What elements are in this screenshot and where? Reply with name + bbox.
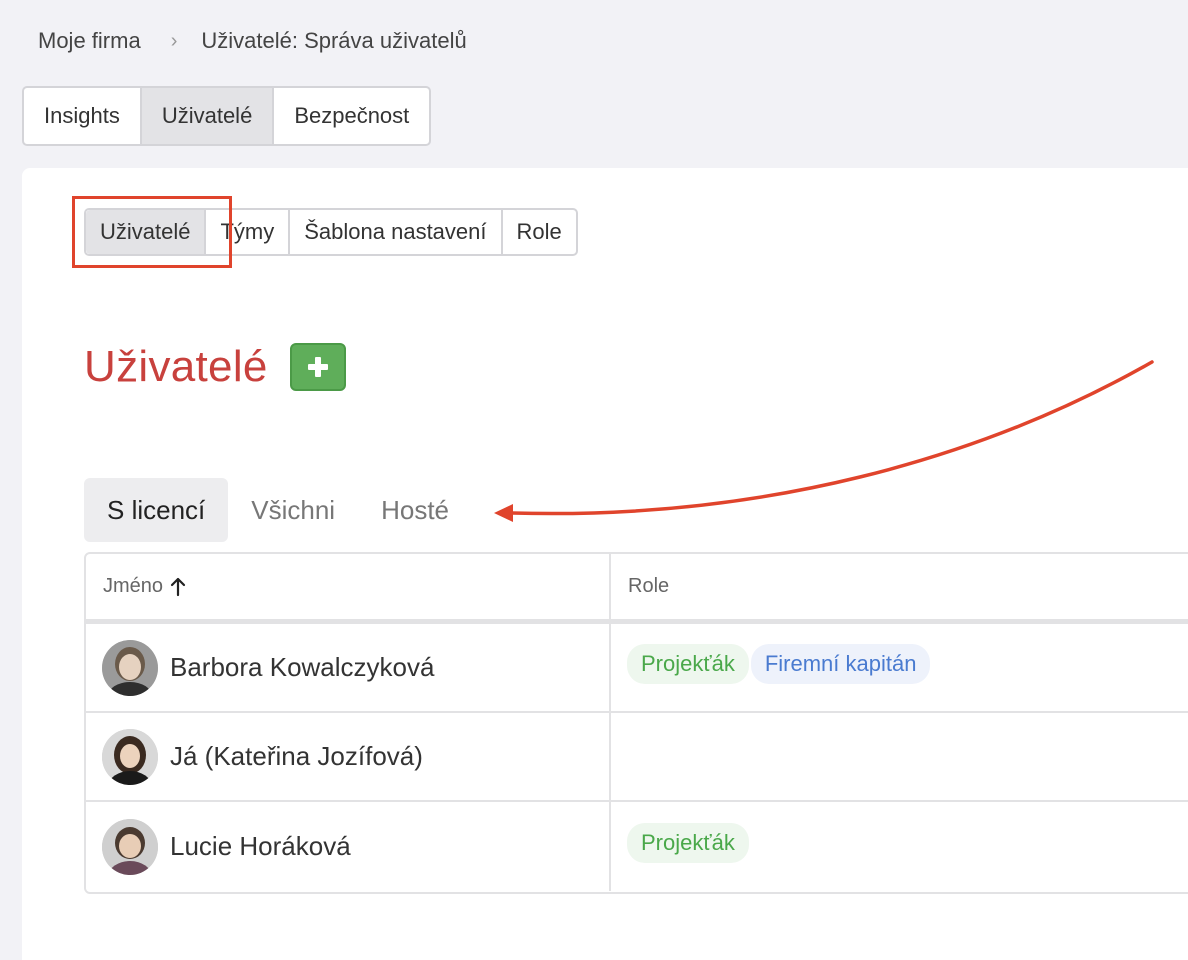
tab-bezpecnost[interactable]: Bezpečnost xyxy=(274,88,429,144)
subtab-tymy[interactable]: Týmy xyxy=(206,210,291,254)
table-row[interactable]: Lucie Horáková Projekťák xyxy=(86,802,1188,891)
subtab-uzivatele[interactable]: Uživatelé xyxy=(86,210,207,254)
breadcrumb-current: Uživatelé: Správa uživatelů xyxy=(201,28,467,53)
subtab-sablona-nastaveni[interactable]: Šablona nastavení xyxy=(290,210,503,254)
chevron-right-icon: › xyxy=(170,29,178,52)
breadcrumb-root[interactable]: Moje firma xyxy=(38,28,141,54)
table-row[interactable]: Já (Kateřina Jozífová) xyxy=(86,713,1188,802)
filter-tab-s-licenci[interactable]: S licencí xyxy=(84,478,229,542)
tab-uzivatele[interactable]: Uživatelé xyxy=(141,88,275,144)
column-header-name[interactable]: Jméno xyxy=(86,554,611,619)
avatar xyxy=(102,639,158,696)
page-title: Uživatelé xyxy=(84,342,268,391)
filter-tabs: S licencí Všichni Hosté xyxy=(84,478,472,542)
role-badge: Projekťák xyxy=(627,643,749,684)
avatar xyxy=(102,818,158,875)
filter-tab-hoste[interactable]: Hosté xyxy=(358,478,472,542)
page-heading: Uživatelé xyxy=(84,342,346,392)
subtab-role[interactable]: Role xyxy=(503,210,576,254)
table-header: Jméno Role xyxy=(86,554,1188,624)
add-user-button[interactable] xyxy=(289,343,346,391)
table-row[interactable]: Barbora Kowalczyková Projekťák Firemní k… xyxy=(86,624,1188,713)
filter-tab-vsichni[interactable]: Všichni xyxy=(228,478,358,542)
top-tabs: Insights Uživatelé Bezpečnost xyxy=(22,86,432,146)
tab-insights[interactable]: Insights xyxy=(24,88,142,144)
user-name[interactable]: Já (Kateřina Jozífová) xyxy=(170,741,423,772)
sub-tabs: Uživatelé Týmy Šablona nastavení Role xyxy=(84,208,578,256)
plus-icon xyxy=(307,357,328,377)
user-name[interactable]: Barbora Kowalczyková xyxy=(170,652,434,683)
column-header-role[interactable]: Role xyxy=(611,554,1188,619)
role-badge: Firemní kapitán xyxy=(750,643,931,684)
breadcrumb: Moje firma › Uživatelé: Správa uživatelů xyxy=(38,28,467,54)
users-table: Jméno Role Barbora Kowalczyková Projekťá… xyxy=(84,552,1188,894)
user-name[interactable]: Lucie Horáková xyxy=(170,831,351,862)
role-badge: Projekťák xyxy=(627,822,749,863)
avatar xyxy=(102,728,158,785)
arrow-up-icon xyxy=(170,577,186,596)
